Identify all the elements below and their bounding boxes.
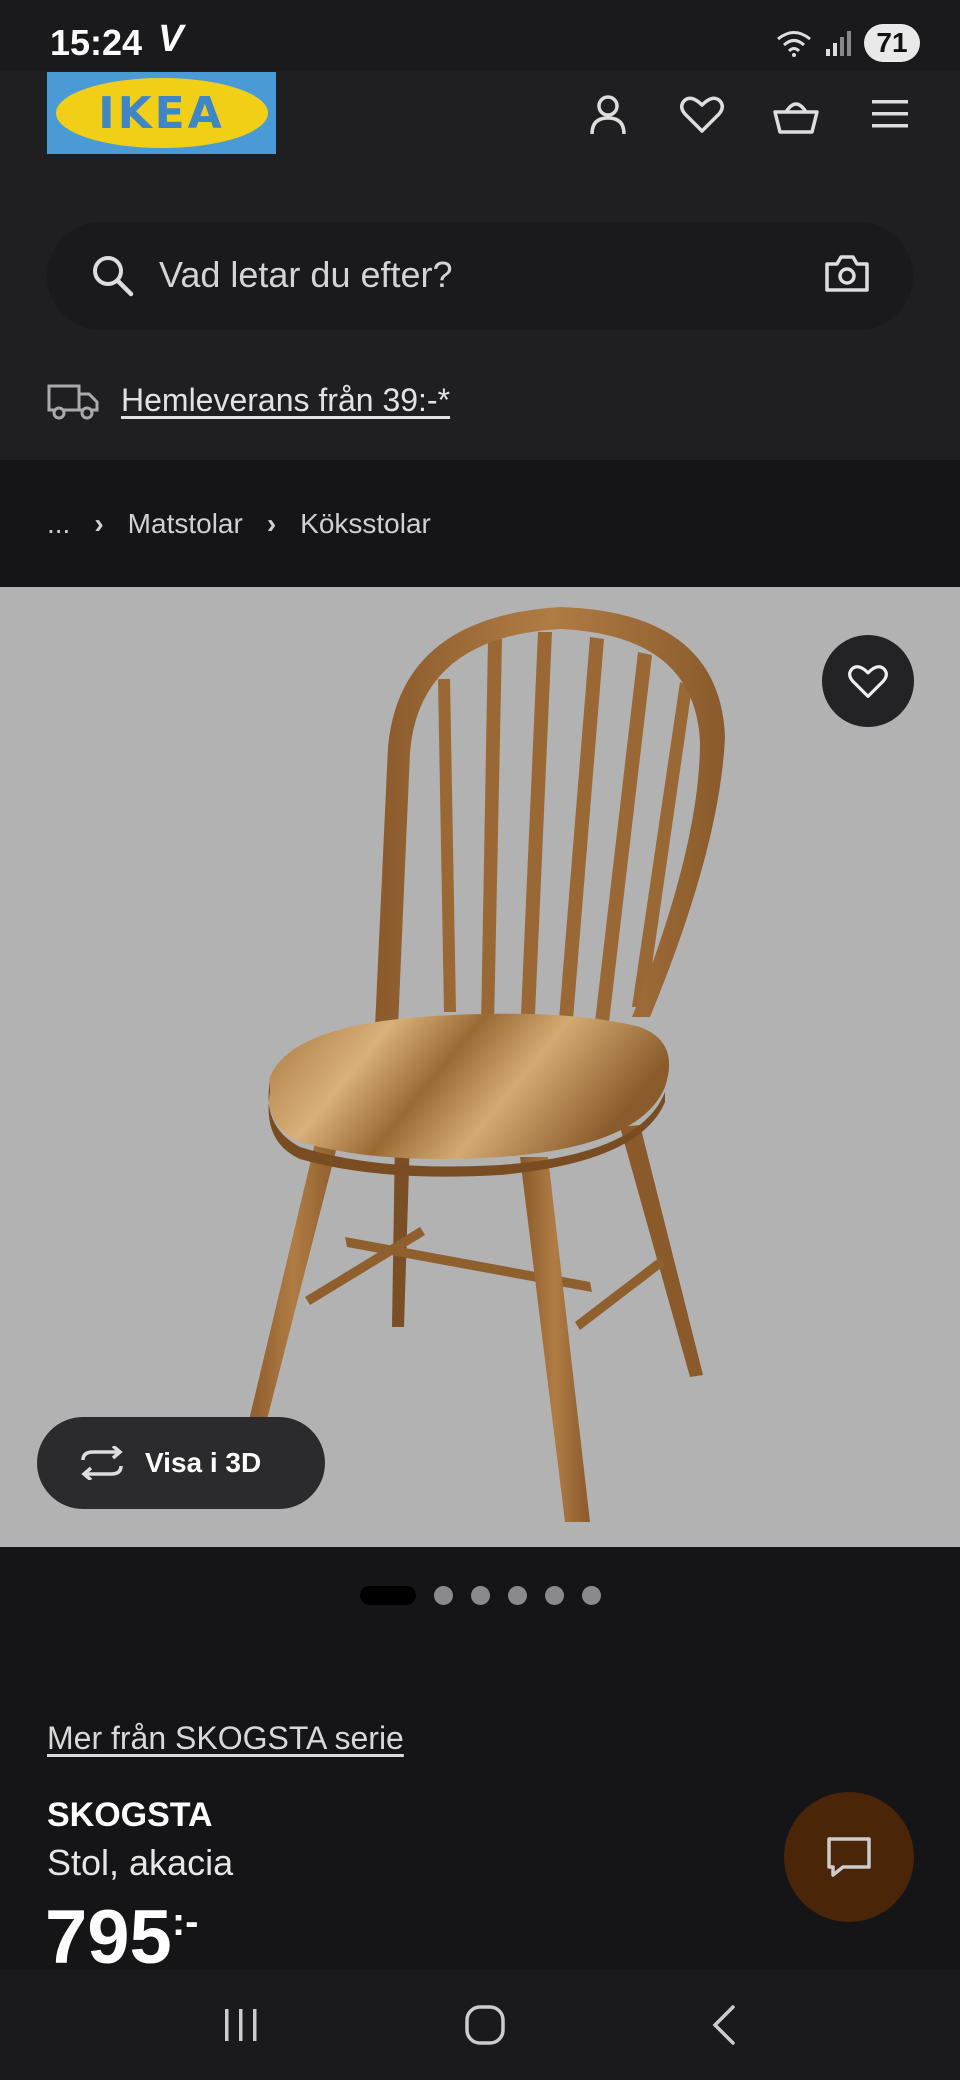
- series-link[interactable]: Mer från SKOGSTA serie: [47, 1720, 404, 1757]
- product-price: 795:-: [45, 1900, 198, 1970]
- chat-button[interactable]: [784, 1792, 914, 1922]
- signal-icon: [826, 31, 851, 56]
- view-3d-label: Visa i 3D: [145, 1447, 262, 1478]
- carousel-dot[interactable]: [581, 1585, 601, 1605]
- recent-apps-icon[interactable]: [221, 2005, 261, 2045]
- status-bar: 15:24 V 71: [0, 0, 960, 70]
- carousel-indicator: [0, 1580, 960, 1610]
- view-3d-button[interactable]: Visa i 3D: [37, 1417, 325, 1509]
- logo-oval: IKEA: [55, 78, 268, 148]
- carrier-icon: V: [158, 18, 184, 60]
- camera-icon[interactable]: [823, 252, 871, 294]
- product-image[interactable]: Visa i 3D: [0, 587, 960, 1547]
- price-suffix: :-: [171, 1900, 199, 1944]
- basket-icon[interactable]: [766, 84, 826, 144]
- system-nav-bar: [0, 1970, 960, 2080]
- wifi-icon: [777, 31, 811, 57]
- breadcrumb-item-ellipsis[interactable]: ...: [47, 508, 70, 540]
- back-icon[interactable]: [709, 2003, 739, 2047]
- chair-image: [245, 607, 725, 1522]
- carousel-dot-active[interactable]: [359, 1585, 416, 1605]
- site-header: IKEA Vad letar du efter? Hemleverans frå…: [0, 70, 960, 460]
- rotate-3d-icon: [81, 1446, 123, 1480]
- header-actions: [578, 84, 920, 144]
- heart-icon: [848, 665, 888, 698]
- breadcrumb-item-matstolar[interactable]: Matstolar: [128, 508, 243, 540]
- search-input[interactable]: Vad letar du efter?: [159, 254, 453, 296]
- chevron-right-icon: ›: [266, 507, 277, 539]
- delivery-link[interactable]: Hemleverans från 39:-*: [121, 382, 450, 419]
- battery-icon: 71: [864, 24, 920, 62]
- user-icon[interactable]: [578, 84, 638, 144]
- breadcrumb-item-koksstolar[interactable]: Köksstolar: [300, 508, 431, 540]
- favorite-button[interactable]: [822, 635, 914, 727]
- breadcrumb: ... › Matstolar › Köksstolar: [0, 460, 960, 587]
- chevron-right-icon: ›: [94, 507, 104, 539]
- carousel-dot[interactable]: [544, 1585, 564, 1605]
- price-value: 795: [45, 1900, 172, 1970]
- status-icons: 71: [776, 24, 920, 62]
- chat-icon: [827, 1837, 871, 1877]
- product-name: SKOGSTA: [47, 1796, 213, 1834]
- product-description: Stol, akacia: [47, 1842, 234, 1883]
- truck-icon: [47, 384, 99, 420]
- search-bar[interactable]: Vad letar du efter?: [47, 222, 913, 330]
- ikea-logo[interactable]: IKEA: [47, 72, 276, 154]
- product-page: 15:24 V 71 IKEA Vad letar du efter? Heml…: [0, 0, 960, 2080]
- carousel-dot[interactable]: [470, 1585, 490, 1605]
- logo-text: IKEA: [98, 87, 225, 139]
- heart-icon[interactable]: [672, 84, 732, 144]
- status-time: 15:24: [50, 22, 143, 63]
- delivery-banner: Hemleverans från 39:-*: [47, 370, 450, 430]
- home-icon[interactable]: [463, 2003, 507, 2047]
- carousel-dot[interactable]: [433, 1585, 453, 1605]
- search-icon: [93, 256, 134, 297]
- carousel-dot[interactable]: [507, 1585, 527, 1605]
- menu-icon[interactable]: [860, 84, 920, 144]
